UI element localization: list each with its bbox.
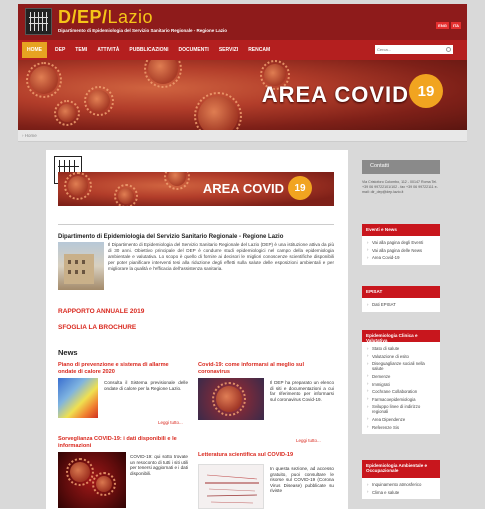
virus-graphic xyxy=(84,86,114,116)
lang-eng[interactable]: ENG xyxy=(436,22,449,29)
lang-ita[interactable]: ITA xyxy=(450,22,461,29)
hero-banner[interactable]: AREA COVID 19 xyxy=(18,60,467,130)
sidebar-link[interactable]: Demenze xyxy=(362,373,440,381)
virus-graphic xyxy=(114,184,138,206)
building-photo xyxy=(58,242,104,290)
breadcrumb: › Home xyxy=(18,130,467,142)
environmental-epidemiology-title: Epidemiologia Ambientale e Occupazionale xyxy=(362,460,440,478)
search-icon[interactable] xyxy=(446,47,451,52)
virus-thumbnail[interactable] xyxy=(58,452,126,508)
news-title-literature[interactable]: Letteratura scientifica sul COVID-19 xyxy=(198,452,334,459)
brand-lazio: Lazio xyxy=(107,7,154,27)
sidebar: Contatti Via Cristoforo Colombo, 112 - 0… xyxy=(362,160,440,509)
sidebar-link[interactable]: Clima e salute xyxy=(362,489,440,497)
nav-rencam[interactable]: RENCAM xyxy=(248,47,270,53)
sidebar-link[interactable]: Sviluppo linee di indirizzo regionali xyxy=(362,403,440,416)
heatwave-map-thumbnail[interactable] xyxy=(58,378,98,418)
sidebar-link[interactable]: Valutazione di esito xyxy=(362,353,440,361)
nav-home[interactable]: HOME xyxy=(22,42,47,58)
contacts-header: Contatti xyxy=(362,160,440,174)
sidebar-link[interactable]: Cochrane Collaboration xyxy=(362,388,440,396)
nav-attivita[interactable]: ATTIVITÀ xyxy=(97,47,119,53)
hero-badge: 19 xyxy=(409,74,443,108)
nav-dep[interactable]: DEP xyxy=(55,47,65,53)
main-content: AREA COVID 19 Dipartimento di Epidemiolo… xyxy=(46,150,348,509)
sidebar-link[interactable]: Vai alla pagina degli Eventi xyxy=(362,239,440,247)
events-news-title: Eventi e News xyxy=(362,224,440,236)
sidebar-link[interactable]: Area Dipendenze xyxy=(362,416,440,424)
contacts-title: Contatti xyxy=(370,163,389,169)
brand-dep: D/EP/ xyxy=(58,7,108,27)
sidebar-link[interactable]: Farmacoepidemiologia xyxy=(362,396,440,404)
news-text-literature: In questa sezione, ad accesso gratuito, … xyxy=(270,466,334,494)
brand-title[interactable]: D/EP/Lazio xyxy=(58,7,153,28)
dep-logo[interactable] xyxy=(25,8,52,35)
read-more-link[interactable]: Leggi tutto... xyxy=(296,438,321,443)
episat-title: EPISAT xyxy=(362,286,440,298)
org-title: Dipartimento di Epidemiologia del Serviz… xyxy=(58,234,284,240)
literature-wordcloud-thumbnail[interactable] xyxy=(198,464,264,509)
divider xyxy=(58,224,334,225)
nav-pubblicazioni[interactable]: PUBBLICAZIONI xyxy=(129,47,168,53)
news-heading: News xyxy=(58,348,78,357)
sidebar-link[interactable]: Inquinamento atmosferico xyxy=(362,481,440,489)
brand-subtitle: Dipartimento di Epidemiologia del Serviz… xyxy=(58,28,228,33)
news-text-covid-info: Il DEP ha preparato un elenco di siti e … xyxy=(270,380,334,402)
nav-documenti[interactable]: DOCUMENTI xyxy=(179,47,209,53)
hero-title: AREA COVID xyxy=(261,82,409,107)
virus-graphic xyxy=(164,172,190,190)
language-switcher: ENG ITA xyxy=(436,22,461,29)
main-nav: HOME DEP TEMI ATTIVITÀ PUBBLICAZIONI DOC… xyxy=(18,40,467,60)
news-title-surveillance[interactable]: Sorveglianza COVID-19: i dati disponibil… xyxy=(58,436,186,449)
read-more-link[interactable]: Leggi tutto... xyxy=(158,420,183,425)
nav-servizi[interactable]: SERVIZI xyxy=(219,47,238,53)
sidebar-link[interactable]: Stato di salute xyxy=(362,345,440,353)
org-description: Il Dipartimento di Epidemiologia del Ser… xyxy=(108,242,334,272)
nav-temi[interactable]: TEMI xyxy=(75,47,87,53)
news-title-heatwave[interactable]: Piano di prevenzione e sistema di allarm… xyxy=(58,362,186,375)
contacts-text: Via Cristoforo Colombo, 112 - 00147 Roma… xyxy=(362,180,438,194)
search-input[interactable] xyxy=(375,45,453,54)
annual-report-link[interactable]: RAPPORTO ANNUALE 2019 xyxy=(58,308,144,315)
sidebar-link[interactable]: Diseguaglianze sociali nella salute xyxy=(362,360,440,373)
covid-area-banner[interactable]: AREA COVID 19 xyxy=(58,172,334,206)
virus-graphic xyxy=(144,60,182,88)
news-title-covid-info[interactable]: Covid-19: come informarsi al meglio sul … xyxy=(198,362,334,375)
sidebar-link[interactable]: Area Covid-19 xyxy=(362,254,440,262)
sidebar-link[interactable]: Vai alla pagina delle News xyxy=(362,247,440,255)
episat-box: EPISAT Dati EPISAT xyxy=(362,286,440,312)
news-text-surveillance: COVID-19: qui sotto trovate un resoconto… xyxy=(130,454,188,476)
clinical-epidemiology-box: Epidemiologia Clinica e Valutativa Stato… xyxy=(362,330,440,434)
virus-graphic xyxy=(26,62,62,98)
coronavirus-thumbnail[interactable] xyxy=(198,378,264,420)
news-text-heatwave: Consulta il Sistema previsionale delle o… xyxy=(104,380,188,391)
events-news-box: Eventi e News Vai alla pagina degli Even… xyxy=(362,224,440,265)
sidebar-link[interactable]: Dati EPISAT xyxy=(362,301,440,309)
virus-graphic xyxy=(54,100,80,126)
site-header: D/EP/Lazio Dipartimento di Epidemiologia… xyxy=(18,4,467,40)
environmental-epidemiology-box: Epidemiologia Ambientale e Occupazionale… xyxy=(362,460,440,500)
virus-graphic xyxy=(64,172,92,200)
sidebar-link[interactable]: Referenze Sis xyxy=(362,423,440,431)
banner-badge: 19 xyxy=(288,176,312,200)
brochure-link[interactable]: SFOGLIA LA BROCHURE xyxy=(58,324,136,331)
sidebar-link[interactable]: Immigrati xyxy=(362,380,440,388)
breadcrumb-home[interactable]: › Home xyxy=(22,133,37,138)
banner-title: AREA COVID xyxy=(202,181,284,196)
virus-graphic xyxy=(194,92,242,130)
clinical-epidemiology-title: Epidemiologia Clinica e Valutativa xyxy=(362,330,440,343)
